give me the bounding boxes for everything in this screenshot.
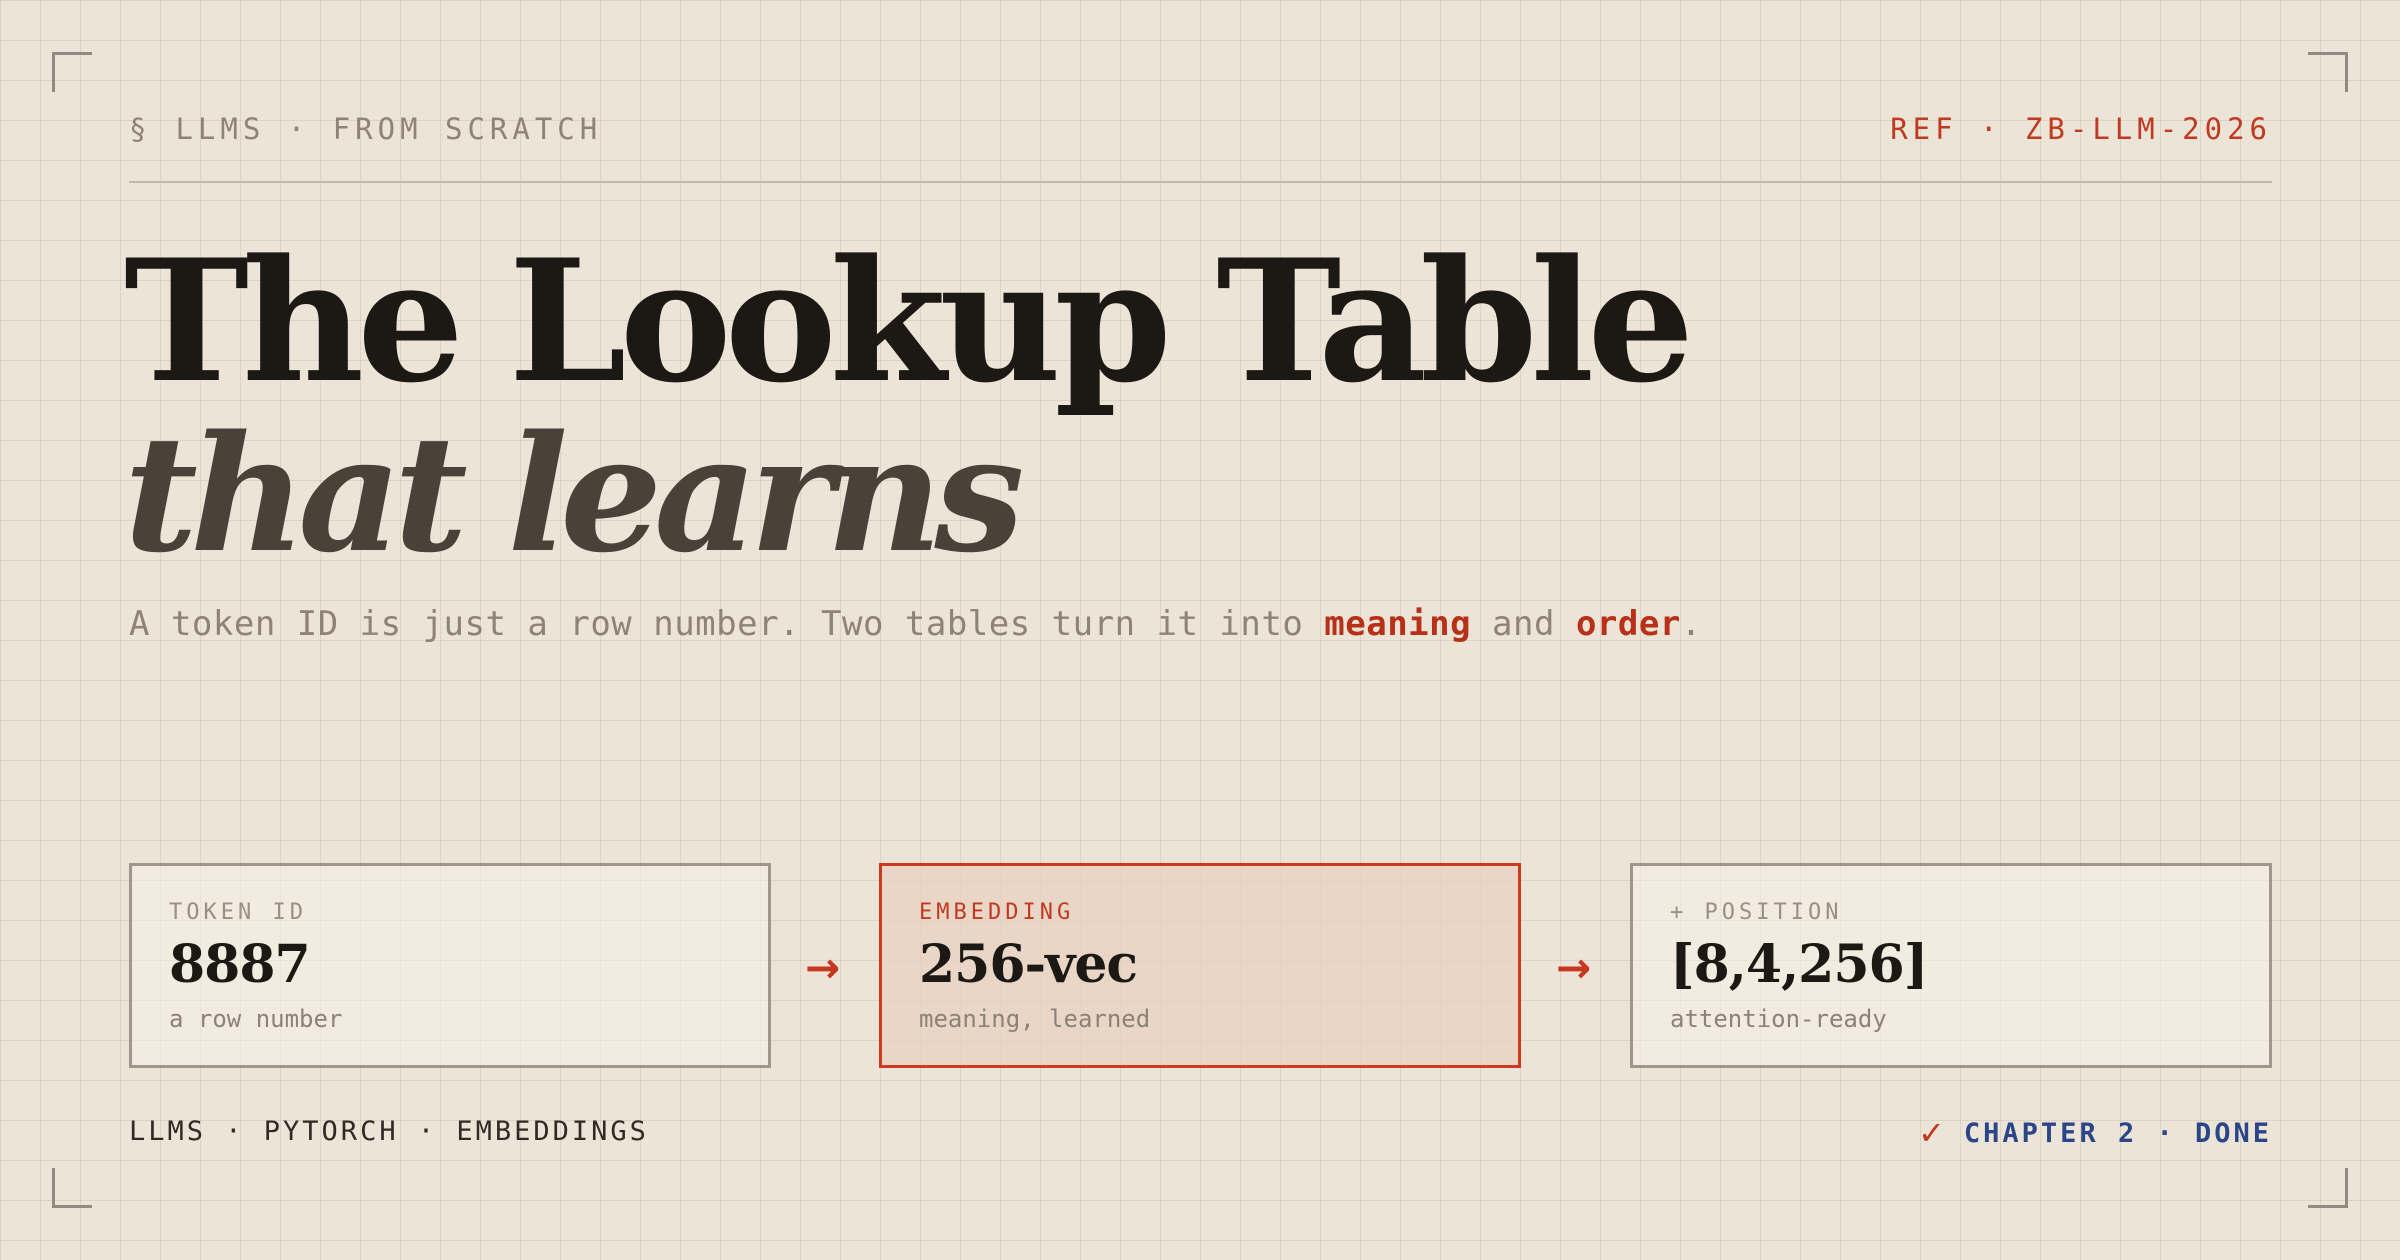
subtitle-prefix: A token ID is just a row number. Two tab… — [129, 604, 1325, 644]
chapter-status: ✓ CHAPTER 2 · DONE — [1918, 1114, 2272, 1152]
position-card: + POSITION [8,4,256] attention-ready — [1630, 863, 2272, 1068]
corner-mark-top-right — [2308, 52, 2348, 92]
page-title-italic: that learns — [124, 400, 1024, 588]
corner-mark-bottom-left — [52, 1168, 92, 1208]
card-label: TOKEN ID — [169, 900, 307, 925]
token-id-card: TOKEN ID 8887 a row number — [129, 863, 771, 1068]
page-title: The Lookup Table — [124, 222, 1694, 420]
subtitle-highlight-meaning: meaning — [1324, 604, 1472, 644]
card-value: [8,4,256] — [1670, 934, 1928, 995]
section-mark-icon: § — [129, 112, 152, 146]
topic-tags: LLMS · PYTORCH · EMBEDDINGS — [129, 1116, 649, 1147]
header-divider — [129, 181, 2272, 183]
reference-code: REF · ZB-LLM-2026 — [1890, 112, 2272, 146]
subtitle-suffix: . — [1680, 604, 1702, 644]
corner-mark-bottom-right — [2308, 1168, 2348, 1208]
card-label: EMBEDDING — [919, 900, 1075, 925]
arrow-right-icon: → — [1556, 943, 1592, 992]
card-caption: meaning, learned — [919, 1005, 1151, 1033]
top-bar: § LLMS · FROM SCRATCH REF · ZB-LLM-2026 — [129, 112, 2272, 146]
card-value: 8887 — [169, 934, 311, 995]
arrow-right-icon: → — [805, 943, 841, 992]
card-caption: a row number — [169, 1005, 343, 1033]
card-caption: attention-ready — [1670, 1005, 1887, 1033]
series-text: LLMS · FROM SCRATCH — [175, 112, 603, 146]
subtitle-highlight-order: order — [1575, 604, 1681, 644]
series-label: § LLMS · FROM SCRATCH — [129, 112, 602, 146]
chapter-status-text: CHAPTER 2 · DONE — [1963, 1117, 2272, 1149]
card-label: + POSITION — [1670, 900, 1843, 925]
card-value: 256-vec — [919, 934, 1138, 995]
embedding-card: EMBEDDING 256-vec meaning, learned — [879, 863, 1521, 1068]
checkmark-icon: ✓ — [1918, 1114, 1948, 1152]
subtitle-middle: and — [1471, 604, 1576, 644]
corner-mark-top-left — [52, 52, 92, 92]
page-subtitle: A token ID is just a row number. Two tab… — [129, 604, 1702, 644]
